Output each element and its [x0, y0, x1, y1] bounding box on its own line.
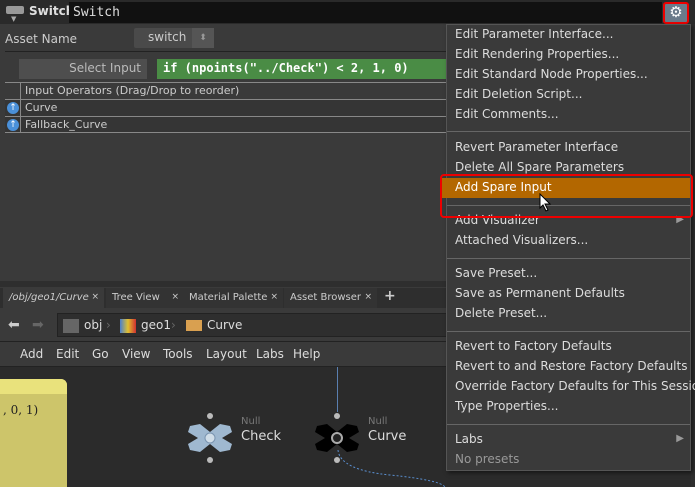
gear-icon[interactable]: ⚙: [663, 2, 689, 24]
tab-tree-view[interactable]: Tree View ×: [106, 288, 184, 308]
menu-item-labs[interactable]: Labs ▶: [447, 430, 690, 450]
menu-item[interactable]: Save Preset...: [447, 264, 690, 284]
sticky-note-text: , 0, 1): [3, 403, 39, 417]
arrow-up-icon[interactable]: ↑: [7, 119, 19, 131]
close-icon[interactable]: ×: [91, 292, 99, 302]
menu-item[interactable]: Override Factory Defaults for This Sessi…: [447, 377, 695, 397]
menu-item-no-presets: No presets: [455, 452, 520, 466]
menu-item[interactable]: Edit Comments...: [447, 105, 690, 125]
geo-icon: [120, 319, 136, 333]
menu-item[interactable]: Revert to Factory Defaults: [447, 337, 690, 357]
sticky-note-header: [0, 379, 67, 394]
back-arrow-icon[interactable]: ⬅: [8, 317, 20, 333]
menu-go[interactable]: Go: [92, 347, 109, 361]
menu-item[interactable]: Edit Deletion Script...: [447, 85, 690, 105]
tab-asset-browser[interactable]: Asset Browser ×: [284, 288, 377, 308]
tab-material-palette[interactable]: Material Palette ×: [183, 288, 283, 308]
context-menu: Edit Parameter Interface... Edit Renderi…: [441, 24, 695, 471]
table-row[interactable]: ↑ Fallback_Curve: [5, 116, 455, 133]
submenu-arrow-icon: ▶: [676, 433, 684, 444]
stepper-icon: ⬍: [192, 28, 214, 48]
obj-icon: [63, 319, 79, 333]
menu-tools[interactable]: Tools: [163, 347, 193, 361]
close-icon[interactable]: ×: [270, 292, 278, 302]
menu-item[interactable]: Revert Parameter Interface: [447, 138, 690, 158]
menu-item[interactable]: Edit Parameter Interface...: [447, 25, 690, 45]
chevron-down-icon[interactable]: ▼: [11, 15, 16, 23]
node-check[interactable]: [186, 412, 236, 464]
menu-layout[interactable]: Layout: [206, 347, 247, 361]
wire: [337, 367, 338, 412]
node-name-field[interactable]: Switch: [69, 2, 662, 23]
node-type-label: Switch: [29, 4, 75, 18]
subnet-icon: [186, 320, 202, 331]
forward-arrow-icon[interactable]: ➡: [32, 317, 44, 333]
select-input-expression[interactable]: if (npoints("../Check") < 2, 1, 0): [157, 59, 457, 79]
menu-item[interactable]: Attached Visualizers...: [447, 231, 690, 251]
breadcrumb: obj › geo1 › Curve: [57, 313, 457, 337]
menu-labs[interactable]: Labs: [256, 347, 284, 361]
table-header: Input Operators (Drag/Drop to reorder): [5, 82, 455, 99]
column-header: Input Operators (Drag/Drop to reorder): [25, 84, 240, 97]
menu-item[interactable]: Revert to and Restore Factory Defaults: [447, 357, 690, 377]
row-label: Curve: [25, 101, 58, 114]
node-name: Curve: [368, 429, 407, 444]
menu-item[interactable]: Delete Preset...: [447, 304, 690, 324]
row-label: Fallback_Curve: [25, 118, 108, 131]
menu-help[interactable]: Help: [293, 347, 320, 361]
null-node-icon: [188, 413, 232, 463]
breadcrumb-geo1[interactable]: geo1: [141, 318, 171, 332]
asset-name-select[interactable]: switch ⬍: [134, 28, 214, 48]
menu-separator: [447, 131, 690, 132]
annotation-highlight-box: [440, 174, 693, 218]
node-curve[interactable]: [313, 412, 363, 464]
asset-name-value: switch: [148, 30, 187, 44]
breadcrumb-curve[interactable]: Curve: [207, 318, 242, 332]
table-row[interactable]: ↑ Curve: [5, 99, 455, 116]
arrow-up-icon[interactable]: ↑: [7, 102, 19, 114]
menu-separator: [447, 331, 690, 332]
menu-separator: [447, 424, 690, 425]
close-icon[interactable]: ×: [171, 292, 179, 302]
menu-view[interactable]: View: [122, 347, 150, 361]
node-type: Null: [368, 416, 388, 427]
menu-item[interactable]: Save as Permanent Defaults: [447, 284, 690, 304]
sticky-note[interactable]: [0, 379, 67, 487]
asset-name-label: Asset Name: [5, 32, 78, 46]
select-input-label[interactable]: Select Input: [19, 59, 147, 79]
node-name: Check: [241, 429, 281, 444]
divider: [5, 51, 455, 52]
add-tab-button[interactable]: +: [380, 288, 400, 308]
tab-network[interactable]: /obj/geo1/Curve ×: [3, 288, 104, 308]
menu-edit[interactable]: Edit: [56, 347, 79, 361]
menu-add[interactable]: Add: [20, 347, 43, 361]
switch-node-icon: [6, 6, 24, 14]
null-node-icon: [315, 413, 359, 463]
scrollbar[interactable]: [691, 24, 695, 487]
breadcrumb-obj[interactable]: obj: [84, 318, 102, 332]
mouse-cursor-icon: [539, 193, 552, 212]
menu-separator: [447, 258, 690, 259]
menu-item[interactable]: Edit Rendering Properties...: [447, 45, 690, 65]
menu-item[interactable]: Type Properties...: [447, 397, 690, 417]
close-icon[interactable]: ×: [364, 292, 372, 302]
menu-item[interactable]: Edit Standard Node Properties...: [447, 65, 690, 85]
node-type: Null: [241, 416, 261, 427]
